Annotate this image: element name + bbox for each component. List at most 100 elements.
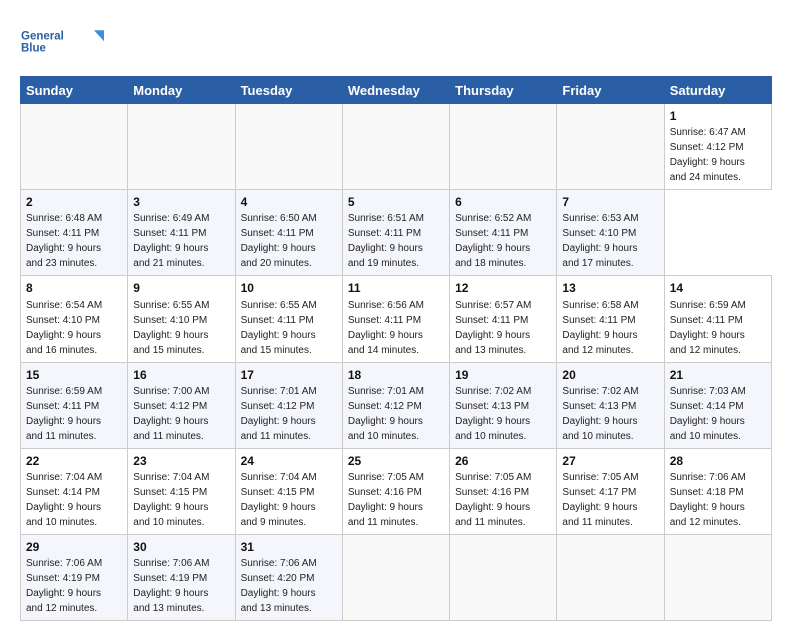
- day-info: Sunrise: 6:55 AMSunset: 4:11 PMDaylight:…: [241, 300, 317, 356]
- calendar-day-cell: 26Sunrise: 7:05 AMSunset: 4:16 PMDayligh…: [450, 448, 557, 534]
- calendar-header-friday: Friday: [557, 77, 664, 104]
- day-number: 16: [133, 367, 230, 383]
- day-info: Sunrise: 6:53 AMSunset: 4:10 PMDaylight:…: [562, 213, 638, 269]
- calendar-day-cell: 30 Sunrise: 7:06 AMSunset: 4:19 PMDayligh…: [128, 534, 235, 620]
- day-number: 27: [562, 453, 659, 469]
- day-info: Sunrise: 6:57 AMSunset: 4:11 PMDaylight:…: [455, 300, 531, 356]
- calendar-day-cell: 28 Sunrise: 7:06 AMSunset: 4:18 PMDayligh…: [664, 448, 771, 534]
- calendar-week-row: 29 Sunrise: 7:06 AMSunset: 4:19 PMDayligh…: [21, 534, 772, 620]
- calendar-week-row: 2 Sunrise: 6:48 AMSunset: 4:11 PMDaylight…: [21, 190, 772, 276]
- day-info: Sunrise: 7:06 AMSunset: 4:18 PMDaylight:…: [670, 472, 746, 528]
- day-info: Sunrise: 7:06 AMSunset: 4:20 PMDaylight:…: [241, 558, 317, 614]
- day-info: Sunrise: 7:01 AMSunset: 4:12 PMDaylight:…: [348, 386, 424, 442]
- day-info: Sunrise: 7:02 AMSunset: 4:13 PMDaylight:…: [455, 386, 531, 442]
- calendar-day-cell: 7 Sunrise: 6:53 AMSunset: 4:10 PMDaylight…: [557, 190, 664, 276]
- day-info: Sunrise: 6:49 AMSunset: 4:11 PMDaylight:…: [133, 213, 209, 269]
- generalblue-logo: General Blue: [20, 18, 105, 66]
- day-number: 30: [133, 539, 230, 555]
- svg-text:Blue: Blue: [21, 42, 46, 54]
- day-number: 14: [670, 280, 767, 296]
- day-number: 21: [670, 367, 767, 383]
- calendar-day-cell: 8Sunrise: 6:54 AMSunset: 4:10 PMDaylight…: [21, 276, 128, 362]
- logo: General Blue: [20, 18, 105, 66]
- calendar-week-row: 8Sunrise: 6:54 AMSunset: 4:10 PMDaylight…: [21, 276, 772, 362]
- day-number: 20: [562, 367, 659, 383]
- calendar-day-cell: 12 Sunrise: 6:57 AMSunset: 4:11 PMDayligh…: [450, 276, 557, 362]
- calendar-empty-cell: [664, 534, 771, 620]
- day-info: Sunrise: 7:04 AMSunset: 4:15 PMDaylight:…: [133, 472, 209, 528]
- day-info: Sunrise: 6:58 AMSunset: 4:11 PMDaylight:…: [562, 300, 638, 356]
- calendar-table: SundayMondayTuesdayWednesdayThursdayFrid…: [20, 76, 772, 621]
- day-number: 17: [241, 367, 338, 383]
- day-number: 2: [26, 194, 123, 210]
- day-info: Sunrise: 6:51 AMSunset: 4:11 PMDaylight:…: [348, 213, 424, 269]
- calendar-empty-cell: [557, 104, 664, 190]
- calendar-day-cell: 4 Sunrise: 6:50 AMSunset: 4:11 PMDaylight…: [235, 190, 342, 276]
- calendar-day-cell: 1Sunrise: 6:47 AMSunset: 4:12 PMDaylight…: [664, 104, 771, 190]
- calendar-empty-cell: [450, 104, 557, 190]
- calendar-day-cell: 29 Sunrise: 7:06 AMSunset: 4:19 PMDayligh…: [21, 534, 128, 620]
- calendar-day-cell: 9Sunrise: 6:55 AMSunset: 4:10 PMDaylight…: [128, 276, 235, 362]
- calendar-day-cell: 2 Sunrise: 6:48 AMSunset: 4:11 PMDaylight…: [21, 190, 128, 276]
- day-info: Sunrise: 7:02 AMSunset: 4:13 PMDaylight:…: [562, 386, 638, 442]
- calendar-day-cell: 17Sunrise: 7:01 AMSunset: 4:12 PMDayligh…: [235, 362, 342, 448]
- calendar-day-cell: 15 Sunrise: 6:59 AMSunset: 4:11 PMDayligh…: [21, 362, 128, 448]
- day-number: 3: [133, 194, 230, 210]
- calendar-empty-cell: [21, 104, 128, 190]
- calendar-week-row: 15 Sunrise: 6:59 AMSunset: 4:11 PMDayligh…: [21, 362, 772, 448]
- calendar-day-cell: 18Sunrise: 7:01 AMSunset: 4:12 PMDayligh…: [342, 362, 449, 448]
- calendar-day-cell: 5 Sunrise: 6:51 AMSunset: 4:11 PMDaylight…: [342, 190, 449, 276]
- calendar-day-cell: 25Sunrise: 7:05 AMSunset: 4:16 PMDayligh…: [342, 448, 449, 534]
- calendar-day-cell: 20 Sunrise: 7:02 AMSunset: 4:13 PMDayligh…: [557, 362, 664, 448]
- calendar-empty-cell: [235, 104, 342, 190]
- calendar-header-tuesday: Tuesday: [235, 77, 342, 104]
- day-info: Sunrise: 7:00 AMSunset: 4:12 PMDaylight:…: [133, 386, 209, 442]
- calendar-day-cell: 22 Sunrise: 7:04 AMSunset: 4:14 PMDayligh…: [21, 448, 128, 534]
- day-number: 5: [348, 194, 445, 210]
- day-info: Sunrise: 6:56 AMSunset: 4:11 PMDaylight:…: [348, 300, 424, 356]
- day-info: Sunrise: 6:48 AMSunset: 4:11 PMDaylight:…: [26, 213, 102, 269]
- calendar-day-cell: 21Sunrise: 7:03 AMSunset: 4:14 PMDayligh…: [664, 362, 771, 448]
- calendar-day-cell: 19 Sunrise: 7:02 AMSunset: 4:13 PMDayligh…: [450, 362, 557, 448]
- calendar-empty-cell: [128, 104, 235, 190]
- day-number: 7: [562, 194, 659, 210]
- day-number: 4: [241, 194, 338, 210]
- calendar-day-cell: 14 Sunrise: 6:59 AMSunset: 4:11 PMDayligh…: [664, 276, 771, 362]
- calendar-header-thursday: Thursday: [450, 77, 557, 104]
- day-number: 19: [455, 367, 552, 383]
- calendar-day-cell: 10 Sunrise: 6:55 AMSunset: 4:11 PMDayligh…: [235, 276, 342, 362]
- day-number: 31: [241, 539, 338, 555]
- day-info: Sunrise: 6:59 AMSunset: 4:11 PMDaylight:…: [670, 300, 746, 356]
- day-info: Sunrise: 6:55 AMSunset: 4:10 PMDaylight:…: [133, 300, 209, 356]
- calendar-empty-cell: [342, 104, 449, 190]
- day-info: Sunrise: 7:06 AMSunset: 4:19 PMDaylight:…: [133, 558, 209, 614]
- day-number: 29: [26, 539, 123, 555]
- day-number: 22: [26, 453, 123, 469]
- calendar-week-row: 22 Sunrise: 7:04 AMSunset: 4:14 PMDayligh…: [21, 448, 772, 534]
- day-number: 15: [26, 367, 123, 383]
- calendar-day-cell: 11 Sunrise: 6:56 AMSunset: 4:11 PMDayligh…: [342, 276, 449, 362]
- day-info: Sunrise: 7:06 AMSunset: 4:19 PMDaylight:…: [26, 558, 102, 614]
- calendar-header-saturday: Saturday: [664, 77, 771, 104]
- day-number: 24: [241, 453, 338, 469]
- calendar-day-cell: 24Sunrise: 7:04 AMSunset: 4:15 PMDayligh…: [235, 448, 342, 534]
- calendar-header-row: SundayMondayTuesdayWednesdayThursdayFrid…: [21, 77, 772, 104]
- day-number: 6: [455, 194, 552, 210]
- day-number: 25: [348, 453, 445, 469]
- day-info: Sunrise: 6:59 AMSunset: 4:11 PMDaylight:…: [26, 386, 102, 442]
- day-number: 11: [348, 280, 445, 296]
- calendar-day-cell: 13 Sunrise: 6:58 AMSunset: 4:11 PMDayligh…: [557, 276, 664, 362]
- day-number: 12: [455, 280, 552, 296]
- calendar-day-cell: 31 Sunrise: 7:06 AMSunset: 4:20 PMDayligh…: [235, 534, 342, 620]
- day-info: Sunrise: 6:52 AMSunset: 4:11 PMDaylight:…: [455, 213, 531, 269]
- day-info: Sunrise: 6:50 AMSunset: 4:11 PMDaylight:…: [241, 213, 317, 269]
- calendar-empty-cell: [450, 534, 557, 620]
- day-number: 1: [670, 108, 767, 124]
- day-info: Sunrise: 7:04 AMSunset: 4:14 PMDaylight:…: [26, 472, 102, 528]
- day-number: 10: [241, 280, 338, 296]
- calendar-day-cell: 16 Sunrise: 7:00 AMSunset: 4:12 PMDayligh…: [128, 362, 235, 448]
- calendar-week-row: 1Sunrise: 6:47 AMSunset: 4:12 PMDaylight…: [21, 104, 772, 190]
- day-number: 28: [670, 453, 767, 469]
- calendar-empty-cell: [557, 534, 664, 620]
- day-number: 13: [562, 280, 659, 296]
